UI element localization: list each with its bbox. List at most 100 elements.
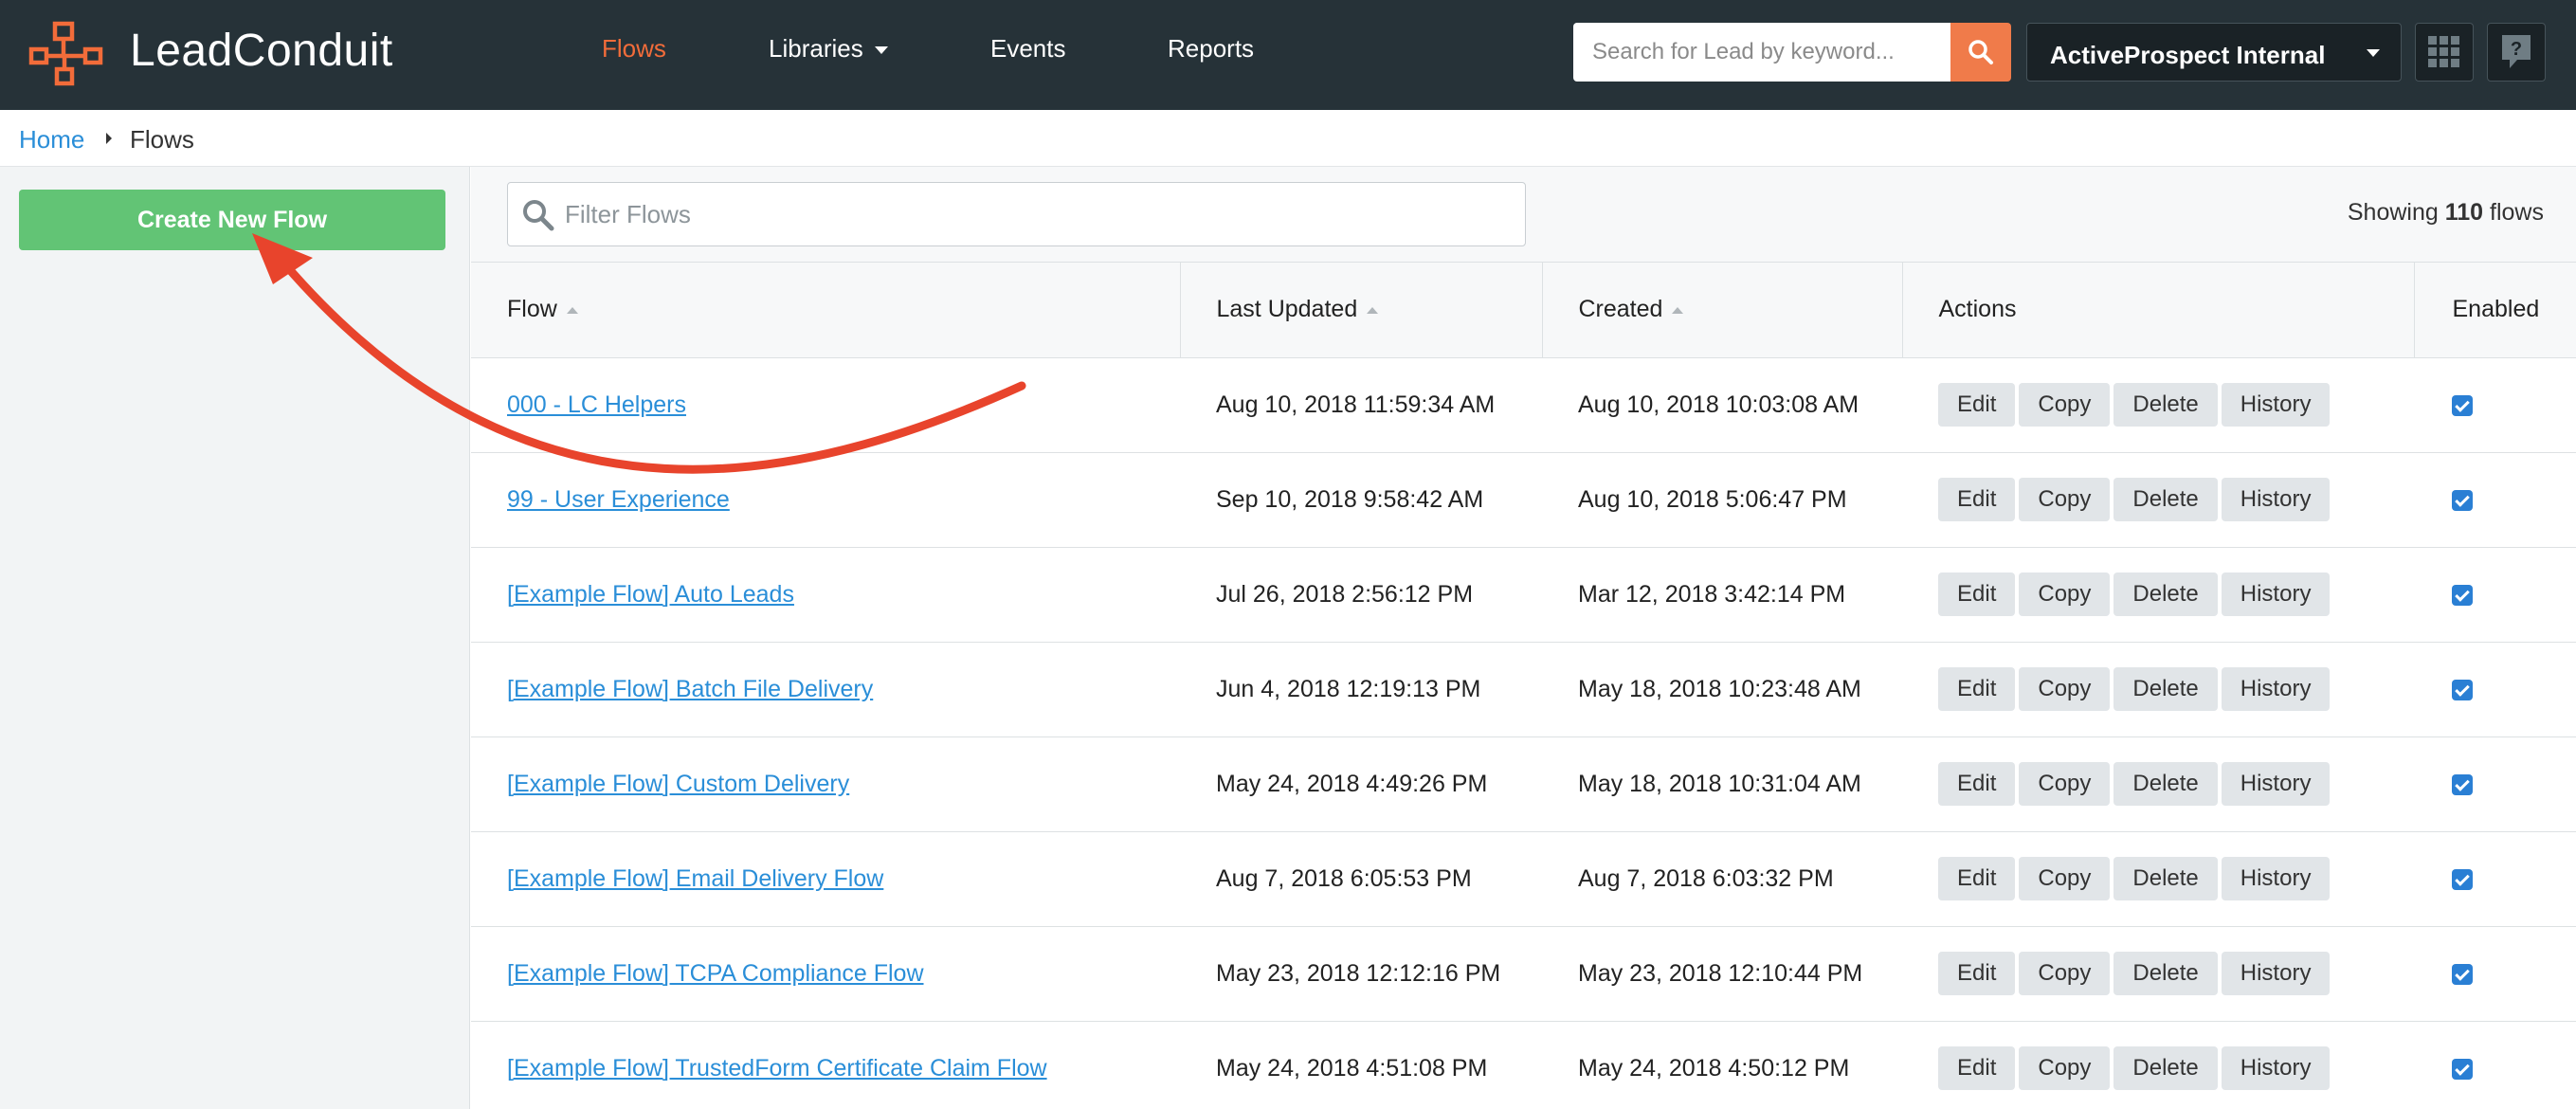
- created-cell: Aug 7, 2018 6:03:32 PM: [1578, 864, 1834, 892]
- table-row: [Example Flow] Email Delivery Flow Aug 7,…: [471, 831, 2576, 926]
- copy-button[interactable]: Copy: [2019, 383, 2111, 427]
- filter-field[interactable]: [507, 182, 1526, 246]
- created-cell: May 18, 2018 10:23:48 AM: [1578, 675, 1861, 702]
- delete-button[interactable]: Delete: [2113, 1046, 2218, 1090]
- create-new-flow-button[interactable]: Create New Flow: [19, 190, 445, 250]
- table-row: 000 - LC Helpers Aug 10, 2018 11:59:34 AM…: [471, 357, 2576, 452]
- column-last-updated-header[interactable]: Last Updated: [1180, 263, 1543, 358]
- copy-button[interactable]: Copy: [2019, 478, 2111, 521]
- apps-grid-button[interactable]: [2415, 23, 2474, 82]
- delete-button[interactable]: Delete: [2113, 667, 2218, 711]
- flow-name-link[interactable]: [Example Flow] Auto Leads: [507, 581, 794, 608]
- sort-icon: [566, 307, 578, 315]
- column-actions-header: Actions: [1902, 263, 2415, 358]
- help-button[interactable]: ?: [2487, 23, 2546, 82]
- enabled-checkbox[interactable]: [2452, 679, 2473, 700]
- flow-name-cell: 99 - User Experience: [471, 452, 1180, 547]
- history-button[interactable]: History: [2221, 478, 2331, 521]
- enabled-checkbox[interactable]: [2452, 584, 2473, 606]
- history-button[interactable]: History: [2221, 573, 2331, 616]
- enabled-checkbox[interactable]: [2452, 963, 2473, 985]
- delete-button[interactable]: Delete: [2113, 478, 2218, 521]
- delete-button[interactable]: Delete: [2113, 573, 2218, 616]
- enabled-checkbox[interactable]: [2452, 489, 2473, 511]
- column-flow-header[interactable]: Flow: [471, 263, 1181, 358]
- last-updated-cell: Jun 4, 2018 12:19:13 PM: [1216, 675, 1481, 702]
- brand-name[interactable]: LeadConduit: [130, 25, 393, 77]
- edit-button[interactable]: Edit: [1938, 667, 2016, 711]
- table-header-row: Flow Last Updated Created Actions Enable…: [471, 263, 2576, 358]
- delete-button[interactable]: Delete: [2113, 383, 2218, 427]
- edit-button[interactable]: Edit: [1938, 573, 2016, 616]
- created-cell: Aug 10, 2018 5:06:47 PM: [1578, 485, 1847, 513]
- column-created-header[interactable]: Created: [1542, 263, 1903, 358]
- edit-button[interactable]: Edit: [1938, 478, 2016, 521]
- history-button[interactable]: History: [2221, 952, 2331, 995]
- enabled-checkbox[interactable]: [2452, 868, 2473, 890]
- copy-button[interactable]: Copy: [2019, 1046, 2111, 1090]
- flow-name-link[interactable]: [Example Flow] TCPA Compliance Flow: [507, 960, 924, 987]
- actions-cell: Edit Copy Delete History: [1902, 357, 2414, 452]
- flow-name-link[interactable]: [Example Flow] TrustedForm Certificate C…: [507, 1055, 1047, 1082]
- last-updated-cell: Sep 10, 2018 9:58:42 AM: [1216, 485, 1484, 513]
- search-icon: [1968, 40, 1993, 64]
- copy-button[interactable]: Copy: [2019, 952, 2111, 995]
- copy-button[interactable]: Copy: [2019, 667, 2111, 711]
- flow-name-link[interactable]: [Example Flow] Email Delivery Flow: [507, 865, 883, 892]
- flow-count-suffix: flows: [2490, 199, 2544, 226]
- nav-events[interactable]: Events: [990, 34, 1066, 64]
- edit-button[interactable]: Edit: [1938, 952, 2016, 995]
- flow-name-link[interactable]: 000 - LC Helpers: [507, 391, 686, 418]
- copy-button[interactable]: Copy: [2019, 857, 2111, 900]
- edit-button[interactable]: Edit: [1938, 762, 2016, 806]
- edit-button[interactable]: Edit: [1938, 383, 2016, 427]
- history-button[interactable]: History: [2221, 857, 2331, 900]
- sidebar: Create New Flow: [0, 167, 470, 1109]
- table-row: 99 - User Experience Sep 10, 2018 9:58:42…: [471, 452, 2576, 547]
- actions-cell: Edit Copy Delete History: [1902, 1021, 2414, 1109]
- created-cell: May 18, 2018 10:31:04 AM: [1578, 770, 1861, 797]
- enabled-checkbox[interactable]: [2452, 394, 2473, 416]
- delete-button[interactable]: Delete: [2113, 952, 2218, 995]
- lead-search-input[interactable]: [1573, 23, 1950, 82]
- actions-cell: Edit Copy Delete History: [1902, 831, 2414, 926]
- flow-name-link[interactable]: [Example Flow] Batch File Delivery: [507, 676, 873, 702]
- help-icon: ?: [2502, 35, 2531, 68]
- breadcrumb-current: Flows: [130, 125, 194, 154]
- delete-button[interactable]: Delete: [2113, 857, 2218, 900]
- table-row: [Example Flow] TCPA Compliance Flow May 2…: [471, 926, 2576, 1021]
- flow-name-cell: 000 - LC Helpers: [471, 357, 1180, 452]
- sort-icon: [1367, 307, 1379, 315]
- history-button[interactable]: History: [2221, 1046, 2331, 1090]
- last-updated-cell: May 23, 2018 12:12:16 PM: [1216, 959, 1501, 987]
- enabled-checkbox[interactable]: [2452, 1058, 2473, 1080]
- edit-button[interactable]: Edit: [1938, 857, 2016, 900]
- network-logo-icon[interactable]: [28, 21, 104, 87]
- enabled-cell: [2414, 1021, 2576, 1109]
- flow-name-link[interactable]: [Example Flow] Custom Delivery: [507, 771, 849, 797]
- nav-libraries-label: Libraries: [769, 34, 863, 63]
- flow-name-link[interactable]: 99 - User Experience: [507, 486, 730, 513]
- flow-name-cell: [Example Flow] TrustedForm Certificate C…: [471, 1021, 1180, 1109]
- copy-button[interactable]: Copy: [2019, 762, 2111, 806]
- enabled-checkbox[interactable]: [2452, 773, 2473, 795]
- breadcrumb-home[interactable]: Home: [19, 125, 84, 155]
- created-cell: Aug 10, 2018 10:03:08 AM: [1578, 391, 1859, 418]
- history-button[interactable]: History: [2221, 383, 2331, 427]
- last-updated-cell: Aug 7, 2018 6:05:53 PM: [1216, 864, 1472, 892]
- history-button[interactable]: History: [2221, 667, 2331, 711]
- account-select[interactable]: ActiveProspect Internal: [2026, 23, 2402, 82]
- edit-button[interactable]: Edit: [1938, 1046, 2016, 1090]
- filter-flows-input[interactable]: [565, 183, 1513, 245]
- search-button[interactable]: [1950, 23, 2011, 82]
- copy-button[interactable]: Copy: [2019, 573, 2111, 616]
- nav-libraries[interactable]: Libraries: [769, 34, 888, 64]
- flow-name-cell: [Example Flow] TCPA Compliance Flow: [471, 926, 1180, 1021]
- nav-flows[interactable]: Flows: [602, 34, 666, 64]
- last-updated-cell: May 24, 2018 4:49:26 PM: [1216, 770, 1488, 797]
- actions-cell: Edit Copy Delete History: [1902, 642, 2414, 736]
- top-navbar: LeadConduit Flows Libraries Events Repor…: [0, 0, 2576, 110]
- nav-reports[interactable]: Reports: [1168, 34, 1254, 64]
- delete-button[interactable]: Delete: [2113, 762, 2218, 806]
- history-button[interactable]: History: [2221, 762, 2331, 806]
